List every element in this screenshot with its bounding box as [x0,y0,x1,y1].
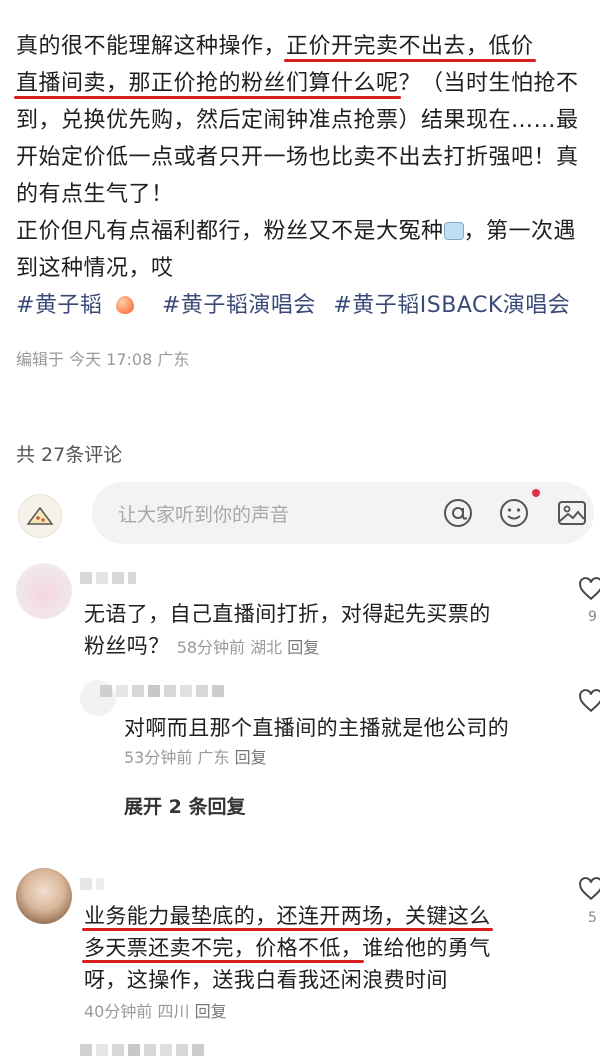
reply-button[interactable]: 回复 [195,1002,227,1021]
hashtag-link[interactable]: #黄子韬ISBACK演唱会 [333,293,570,318]
peach-icon [116,296,135,314]
reply-button[interactable]: 回复 [287,638,319,657]
commenter-name-blurred [80,878,104,892]
hashtag-link[interactable]: #黄子韬演唱会 [162,293,316,318]
like-count: 5 [588,910,597,926]
heart-icon[interactable] [578,688,600,714]
pizza-icon [26,506,54,525]
reply-button[interactable]: 回复 [235,748,267,767]
replier-name-blurred [100,685,224,699]
commenter-avatar[interactable] [16,563,72,619]
expand-replies-button[interactable]: 展开 2 条回复 [124,792,245,819]
post-body: 真的很不能理解这种操作，正价开完卖不出去，低价 直播间卖，那正价抢的粉丝们算什么呢… [16,28,588,324]
comments-count: 共 27条评论 [16,444,123,466]
face-emoji-icon [443,222,464,240]
emoji-icon[interactable] [498,497,530,529]
image-icon[interactable] [556,497,588,529]
replier-name-blurred [80,1044,204,1058]
comment-input[interactable]: 让大家听到你的声音 [92,482,594,544]
highlight-underline: 直播间卖，那正价抢的粉丝们算什么呢 [16,71,399,96]
comment-meta: 58分钟前 湖北 回复 [176,638,320,657]
hashtag-row: #黄子韬 #黄子韬演唱会 #黄子韬ISBACK演唱会 [16,287,588,324]
commenter-avatar[interactable] [16,868,72,924]
at-icon[interactable] [442,497,474,529]
user-avatar[interactable] [18,494,62,538]
comment-text: 业务能力最垫底的，还连开两场，关键这么 多天票还卖不完，价格不低，谁给他的勇气 … [84,900,554,1028]
comment-input-placeholder: 让大家听到你的声音 [118,504,290,526]
notification-dot [532,489,540,497]
comment-input-row: 让大家听到你的声音 [0,480,600,550]
heart-icon[interactable] [578,876,600,902]
comment-meta: 40分钟前 四川 回复 [84,1002,227,1021]
post-edit-meta: 编辑于 今天 17:08 广东 [16,350,190,369]
heart-icon[interactable] [578,576,600,602]
hashtag-link[interactable]: #黄子韬 [16,293,144,318]
commenter-name-blurred [80,572,136,586]
reply-text: 对啊而且那个直播间的主播就是他公司的 53分钟前 广东 回复 [124,712,564,774]
like-count: 9 [588,609,597,625]
highlight-underline: 业务能力最垫底的，还连开两场，关键这么 [84,904,491,928]
post-paragraph-2: 正价但凡有点福利都行，粉丝又不是大冤种 ，第一次遇到这种情况，哎 [16,219,577,281]
highlight-underline: 多天票还卖不完，价格不低， [84,936,363,960]
post-paragraph-1: 真的很不能理解这种操作，正价开完卖不出去，低价 直播间卖，那正价抢的粉丝们算什么呢… [16,34,579,207]
reply-meta: 53分钟前 广东 回复 [124,748,267,767]
comment-text: 无语了，自己直播间打折，对得起先买票的 粉丝吗？ 58分钟前 湖北 回复 [84,602,491,658]
highlight-underline: 正价开完卖不出去，低价 [286,34,534,59]
